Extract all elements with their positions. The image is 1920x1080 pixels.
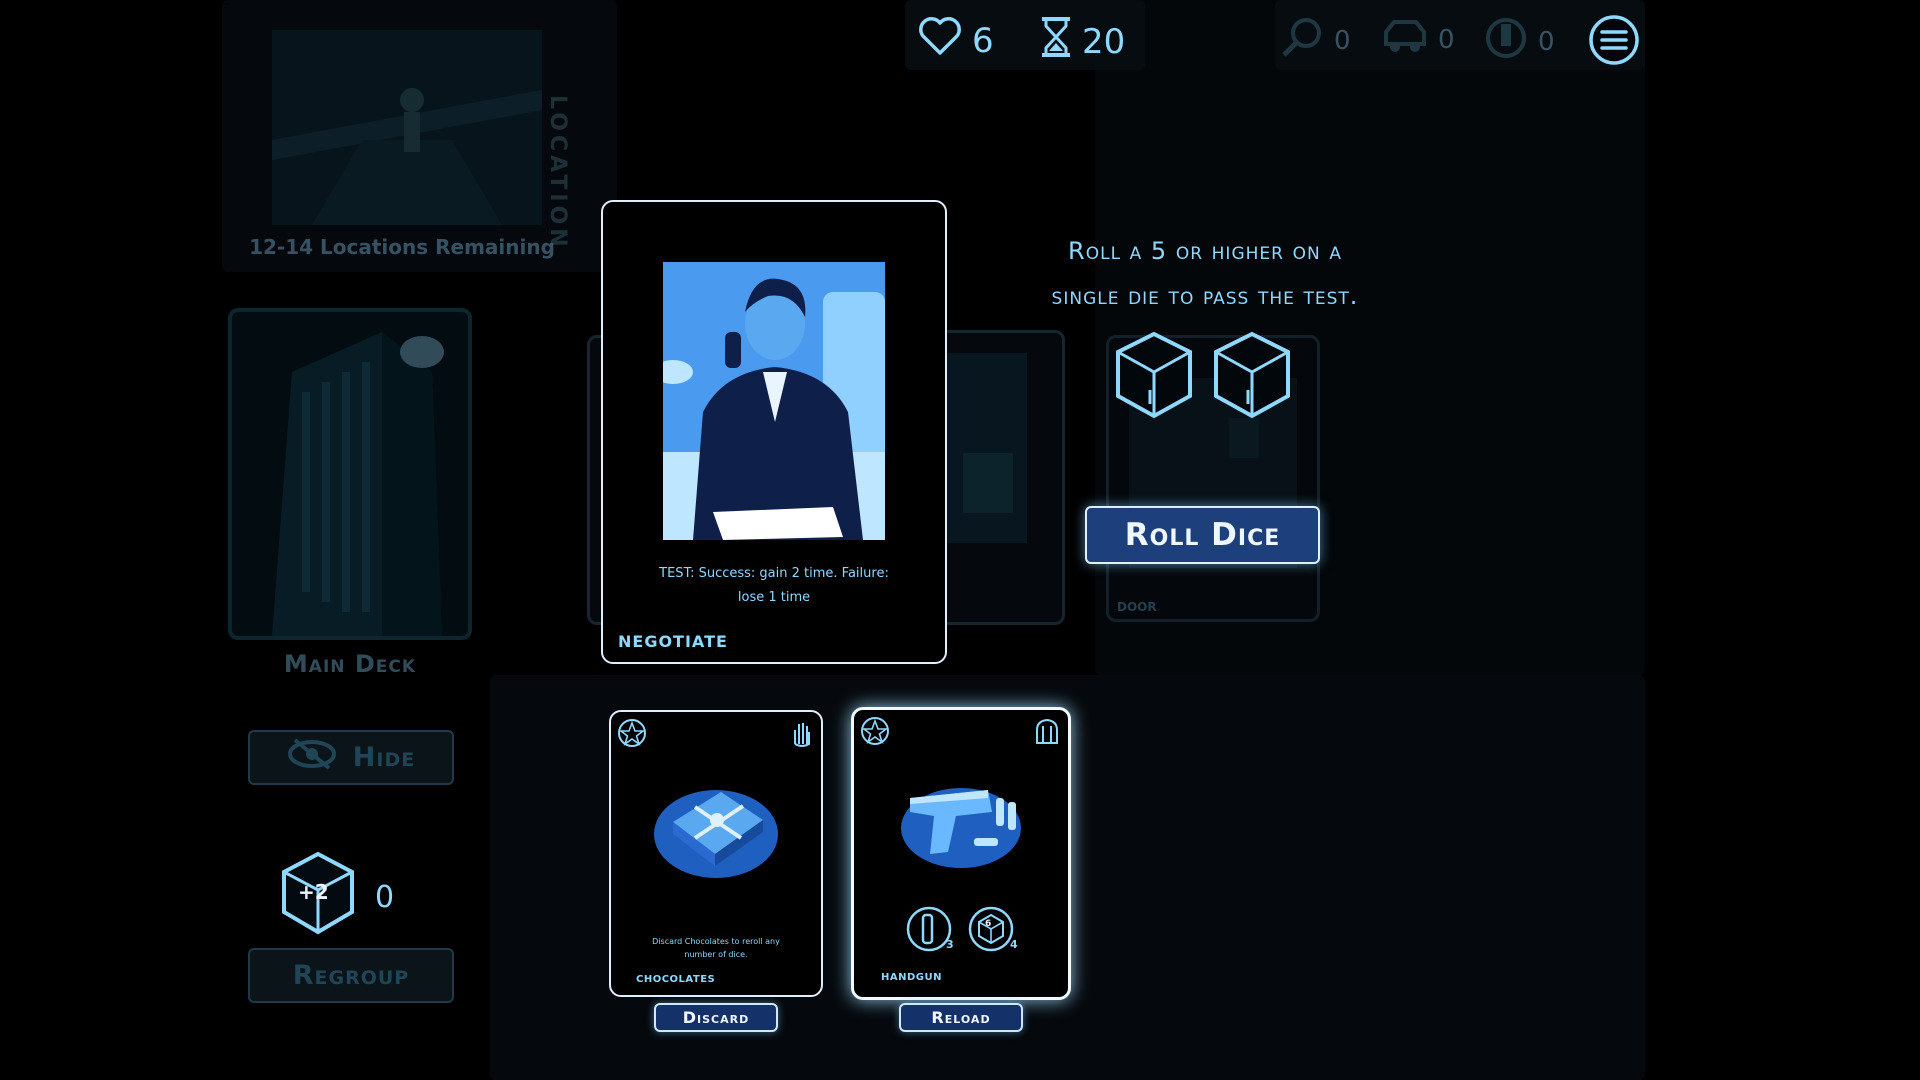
heart-icon (918, 16, 962, 65)
handgun-name: HANDGUN (881, 972, 942, 983)
hourglass-icon (1040, 16, 1072, 67)
chocolates-name: CHOCOLATES (636, 974, 716, 985)
negotiate-card: TEST: Success: gain 2 time. Failure: los… (601, 200, 947, 664)
chocolates-text-2: number of dice. (684, 950, 748, 959)
hand-icon (787, 718, 817, 752)
magnifier-icon (1280, 16, 1324, 65)
hamburger-icon (1589, 15, 1639, 65)
star-icon (617, 718, 647, 752)
discard-button[interactable]: Discard (654, 1003, 778, 1032)
die-1-icon (1112, 330, 1196, 424)
negotiate-card-name: NEGOTIATE (618, 632, 728, 651)
dice-bonus-icon (968, 906, 1014, 956)
die-2-icon (1210, 330, 1294, 424)
ghost-card-middle (930, 330, 1065, 625)
door-card-label: DOOR (1117, 600, 1157, 614)
handgun-ammo-count: 3 (946, 938, 954, 951)
clues-value: 0 (1334, 25, 1351, 56)
vehicle-icon (1382, 16, 1428, 63)
chocolates-text-1: Discard Chocolates to reroll any (652, 937, 780, 946)
regroup-button[interactable]: Regroup (248, 948, 454, 1003)
keys-value: 0 (1538, 26, 1555, 57)
skyscraper-art (272, 332, 444, 636)
test-instruction-line2: single die to pass the test. (1051, 282, 1359, 310)
bonus-die-label: +2 (298, 880, 329, 904)
main-deck-card[interactable] (228, 308, 472, 640)
handgun-dice-face: 6 (985, 919, 992, 929)
chocolates-card[interactable]: Discard Chocolates to reroll any number … (609, 710, 823, 997)
vehicles-value: 0 (1438, 24, 1455, 55)
location-art (272, 30, 542, 225)
reload-button[interactable]: Reload (899, 1003, 1023, 1032)
roll-dice-button[interactable]: Roll Dice (1085, 506, 1320, 564)
time-stat: 20 (1040, 16, 1125, 67)
menu-button[interactable] (1588, 14, 1640, 70)
time-value: 20 (1082, 21, 1126, 62)
bonus-die-count: 0 (375, 880, 395, 915)
lives-value: 6 (972, 20, 994, 61)
negotiate-card-text-1: TEST: Success: gain 2 time. Failure: (659, 566, 889, 581)
handgun-art (896, 768, 1026, 882)
main-deck-label: Main Deck (283, 650, 417, 678)
location-remaining-label: 12-14 Locations Remaining (249, 235, 555, 259)
hidden-eye-icon (287, 737, 337, 778)
chocolates-art (651, 762, 781, 886)
keys-stat: 0 (1484, 16, 1555, 67)
vehicles-stat: 0 (1382, 16, 1455, 63)
hide-button[interactable]: Hide (248, 730, 454, 785)
ghost-card-art (947, 353, 1027, 543)
clues-stat: 0 (1280, 16, 1351, 65)
ammo-type-icon (1032, 716, 1062, 750)
location-card (272, 30, 542, 225)
negotiate-card-art (663, 262, 885, 540)
key-icon (1484, 16, 1528, 67)
handgun-card[interactable]: 3 6 4 HANDGUN (851, 707, 1071, 1000)
location-side-label: LOCATION (545, 95, 570, 251)
hide-button-label: Hide (352, 742, 416, 773)
negotiate-card-text-2: lose 1 time (737, 590, 811, 605)
star-icon (860, 716, 890, 750)
test-instruction-line1: Roll a 5 or higher on a (1068, 237, 1342, 265)
handgun-dice-count: 4 (1010, 938, 1018, 951)
lives-stat: 6 (918, 16, 994, 65)
